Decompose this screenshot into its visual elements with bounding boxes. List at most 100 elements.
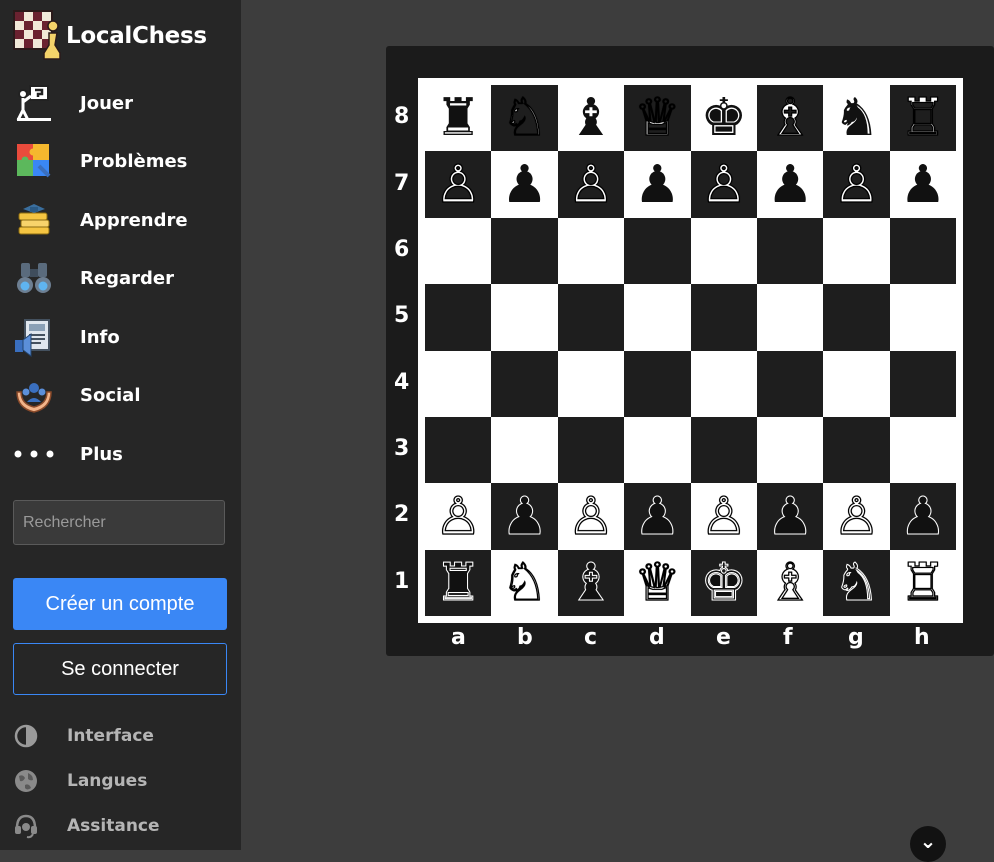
chess-piece[interactable]: ♖ (899, 92, 947, 145)
chessboard[interactable]: ♜ ♘ ♝ ♕ ♚ ♗ ♞ ♖ ♙ ♟ ♙ ♟ ♙ ♟ ♙ ♟ ♙ ♟ ♙ ♟ ♙ ♟ ♙ ♟ ♜ ♘ ♝ ♕ ♚ ♗ ♞ ♖ (425, 85, 957, 617)
board-square-c8[interactable]: ♝ (557, 85, 625, 152)
nav-item-problemes[interactable]: Problèmes (12, 138, 232, 184)
board-square-e1[interactable]: ♚ (690, 549, 757, 617)
board-square-e7[interactable]: ♙ (690, 151, 757, 218)
chess-piece[interactable]: ♖ (899, 556, 947, 609)
board-square-d4[interactable] (624, 350, 691, 417)
chess-piece[interactable]: ♕ (633, 92, 681, 145)
chess-piece[interactable]: ♟ (767, 159, 814, 211)
nav-item-regarder[interactable]: Regarder (12, 255, 232, 301)
board-square-e8[interactable]: ♚ (690, 85, 757, 152)
board-square-f1[interactable]: ♗ (756, 549, 824, 617)
board-square-d5[interactable] (624, 284, 691, 351)
chess-piece[interactable]: ♝ (567, 556, 615, 609)
board-square-f6[interactable] (756, 217, 824, 285)
board-square-a1[interactable]: ♜ (425, 549, 492, 617)
footer-item-assitance[interactable]: Assitance (12, 810, 232, 842)
chess-piece[interactable]: ♟ (766, 490, 814, 543)
board-square-c6[interactable] (557, 217, 625, 285)
chess-piece[interactable]: ♜ (434, 556, 482, 609)
board-square-g4[interactable] (823, 350, 890, 417)
board-square-g1[interactable]: ♞ (823, 549, 890, 617)
board-square-d6[interactable] (624, 217, 691, 285)
board-square-g2[interactable]: ♙ (823, 483, 890, 550)
board-square-b5[interactable] (491, 284, 558, 351)
chess-piece[interactable]: ♘ (501, 556, 549, 609)
login-button[interactable]: Se connecter (13, 643, 227, 695)
board-square-d2[interactable]: ♟ (624, 483, 691, 550)
chess-piece[interactable]: ♟ (501, 159, 548, 211)
nav-item-social[interactable]: Social (12, 372, 232, 418)
chess-piece[interactable]: ♙ (434, 490, 482, 543)
board-square-c7[interactable]: ♙ (557, 151, 625, 218)
board-square-g3[interactable] (823, 416, 890, 484)
board-square-h3[interactable] (889, 416, 957, 484)
board-square-f8[interactable]: ♗ (756, 85, 824, 152)
chess-piece[interactable]: ♜ (435, 92, 482, 144)
board-square-a2[interactable]: ♙ (425, 483, 492, 550)
board-square-h4[interactable] (889, 350, 957, 417)
chess-piece[interactable]: ♗ (766, 92, 814, 145)
board-square-d8[interactable]: ♕ (624, 85, 691, 152)
board-square-h5[interactable] (889, 284, 957, 351)
brand[interactable]: LocalChess (12, 8, 207, 64)
board-square-e3[interactable] (690, 416, 757, 484)
nav-item-jouer[interactable]: Jouer (12, 80, 232, 126)
board-square-f2[interactable]: ♟ (756, 483, 824, 550)
chess-piece[interactable]: ♟ (899, 490, 947, 543)
board-square-g8[interactable]: ♞ (823, 85, 890, 152)
board-square-c4[interactable] (557, 350, 625, 417)
board-square-h1[interactable]: ♖ (889, 549, 957, 617)
board-square-e2[interactable]: ♙ (690, 483, 757, 550)
chess-piece[interactable]: ♚ (700, 556, 748, 609)
chess-piece[interactable]: ♟ (634, 159, 681, 211)
chess-piece[interactable]: ♙ (434, 158, 482, 211)
board-square-a4[interactable] (425, 350, 492, 417)
board-square-b2[interactable]: ♟ (491, 483, 558, 550)
chess-piece[interactable]: ♞ (833, 556, 881, 609)
chess-piece[interactable]: ♙ (567, 490, 615, 543)
board-square-c2[interactable]: ♙ (557, 483, 625, 550)
board-square-h7[interactable]: ♟ (889, 151, 957, 218)
footer-item-interface[interactable]: Interface (12, 720, 232, 752)
chess-piece[interactable]: ♟ (634, 490, 682, 543)
scroll-down-button[interactable]: ⌄ (910, 826, 946, 862)
board-square-b3[interactable] (491, 416, 558, 484)
chess-piece[interactable]: ♝ (568, 92, 615, 144)
board-square-h8[interactable]: ♖ (889, 85, 957, 152)
board-square-f3[interactable] (756, 416, 824, 484)
board-square-a3[interactable] (425, 416, 492, 484)
board-square-a6[interactable] (425, 217, 492, 285)
board-square-g6[interactable] (823, 217, 890, 285)
board-square-c1[interactable]: ♝ (557, 549, 625, 617)
chess-piece[interactable]: ♗ (766, 556, 814, 609)
chess-piece[interactable]: ♙ (833, 490, 881, 543)
chess-piece[interactable]: ♙ (833, 158, 881, 211)
board-square-b4[interactable] (491, 350, 558, 417)
board-square-b8[interactable]: ♘ (491, 85, 558, 152)
board-square-a7[interactable]: ♙ (425, 151, 492, 218)
nav-item-apprendre[interactable]: Apprendre (12, 197, 232, 243)
footer-item-langues[interactable]: Langues (12, 765, 232, 797)
chess-piece[interactable]: ♟ (501, 490, 549, 543)
board-square-f4[interactable] (756, 350, 824, 417)
nav-item-info[interactable]: Info (12, 314, 232, 360)
board-square-d1[interactable]: ♕ (624, 549, 691, 617)
chess-piece[interactable]: ♙ (700, 490, 748, 543)
board-square-h6[interactable] (889, 217, 957, 285)
nav-item-plus[interactable]: Plus (12, 431, 232, 477)
board-square-f7[interactable]: ♟ (756, 151, 824, 218)
board-square-g7[interactable]: ♙ (823, 151, 890, 218)
chess-piece[interactable]: ♘ (501, 92, 549, 145)
create-account-button[interactable]: Créer un compte (13, 578, 227, 630)
board-square-d7[interactable]: ♟ (624, 151, 691, 218)
board-square-c5[interactable] (557, 284, 625, 351)
board-square-e6[interactable] (690, 217, 757, 285)
board-square-e5[interactable] (690, 284, 757, 351)
board-square-b7[interactable]: ♟ (491, 151, 558, 218)
chess-piece[interactable]: ♟ (900, 159, 947, 211)
board-square-f5[interactable] (756, 284, 824, 351)
chess-piece[interactable]: ♙ (700, 158, 748, 211)
board-square-g5[interactable] (823, 284, 890, 351)
board-square-c3[interactable] (557, 416, 625, 484)
